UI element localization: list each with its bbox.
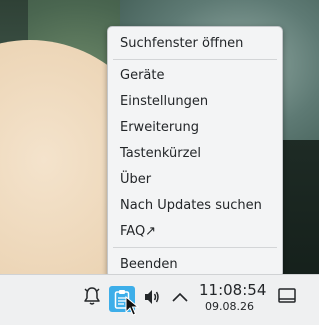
menu-item-quit[interactable]: Beenden <box>120 257 178 273</box>
desktop: Suchfenster öffnen Geräte Einstellungen … <box>0 0 319 325</box>
menu-item-about[interactable]: Über <box>120 172 151 188</box>
volume-icon[interactable] <box>143 288 161 306</box>
clock-date[interactable]: 09.08.26 <box>205 300 254 313</box>
menu-item-extension[interactable]: Erweiterung <box>120 120 199 136</box>
notification-bell-icon[interactable] <box>83 286 101 306</box>
context-menu: Suchfenster öffnen Geräte Einstellungen … <box>107 26 283 278</box>
taskbar: 11:08:54 09.08.26 <box>0 274 319 325</box>
clock-time[interactable]: 11:08:54 <box>199 281 266 299</box>
menu-separator <box>113 59 277 60</box>
menu-item-faq[interactable]: FAQ↗ <box>120 224 156 240</box>
menu-item-settings[interactable]: Einstellungen <box>120 94 208 110</box>
menu-item-check-updates[interactable]: Nach Updates suchen <box>120 198 262 214</box>
mouse-cursor-icon <box>125 296 139 316</box>
menu-item-open-search-window[interactable]: Suchfenster öffnen <box>120 36 243 52</box>
menu-separator <box>113 247 277 248</box>
chevron-up-icon[interactable] <box>172 291 188 303</box>
show-desktop-icon[interactable] <box>278 288 296 304</box>
menu-item-devices[interactable]: Geräte <box>120 68 164 84</box>
menu-item-shortcuts[interactable]: Tastenkürzel <box>120 146 201 162</box>
